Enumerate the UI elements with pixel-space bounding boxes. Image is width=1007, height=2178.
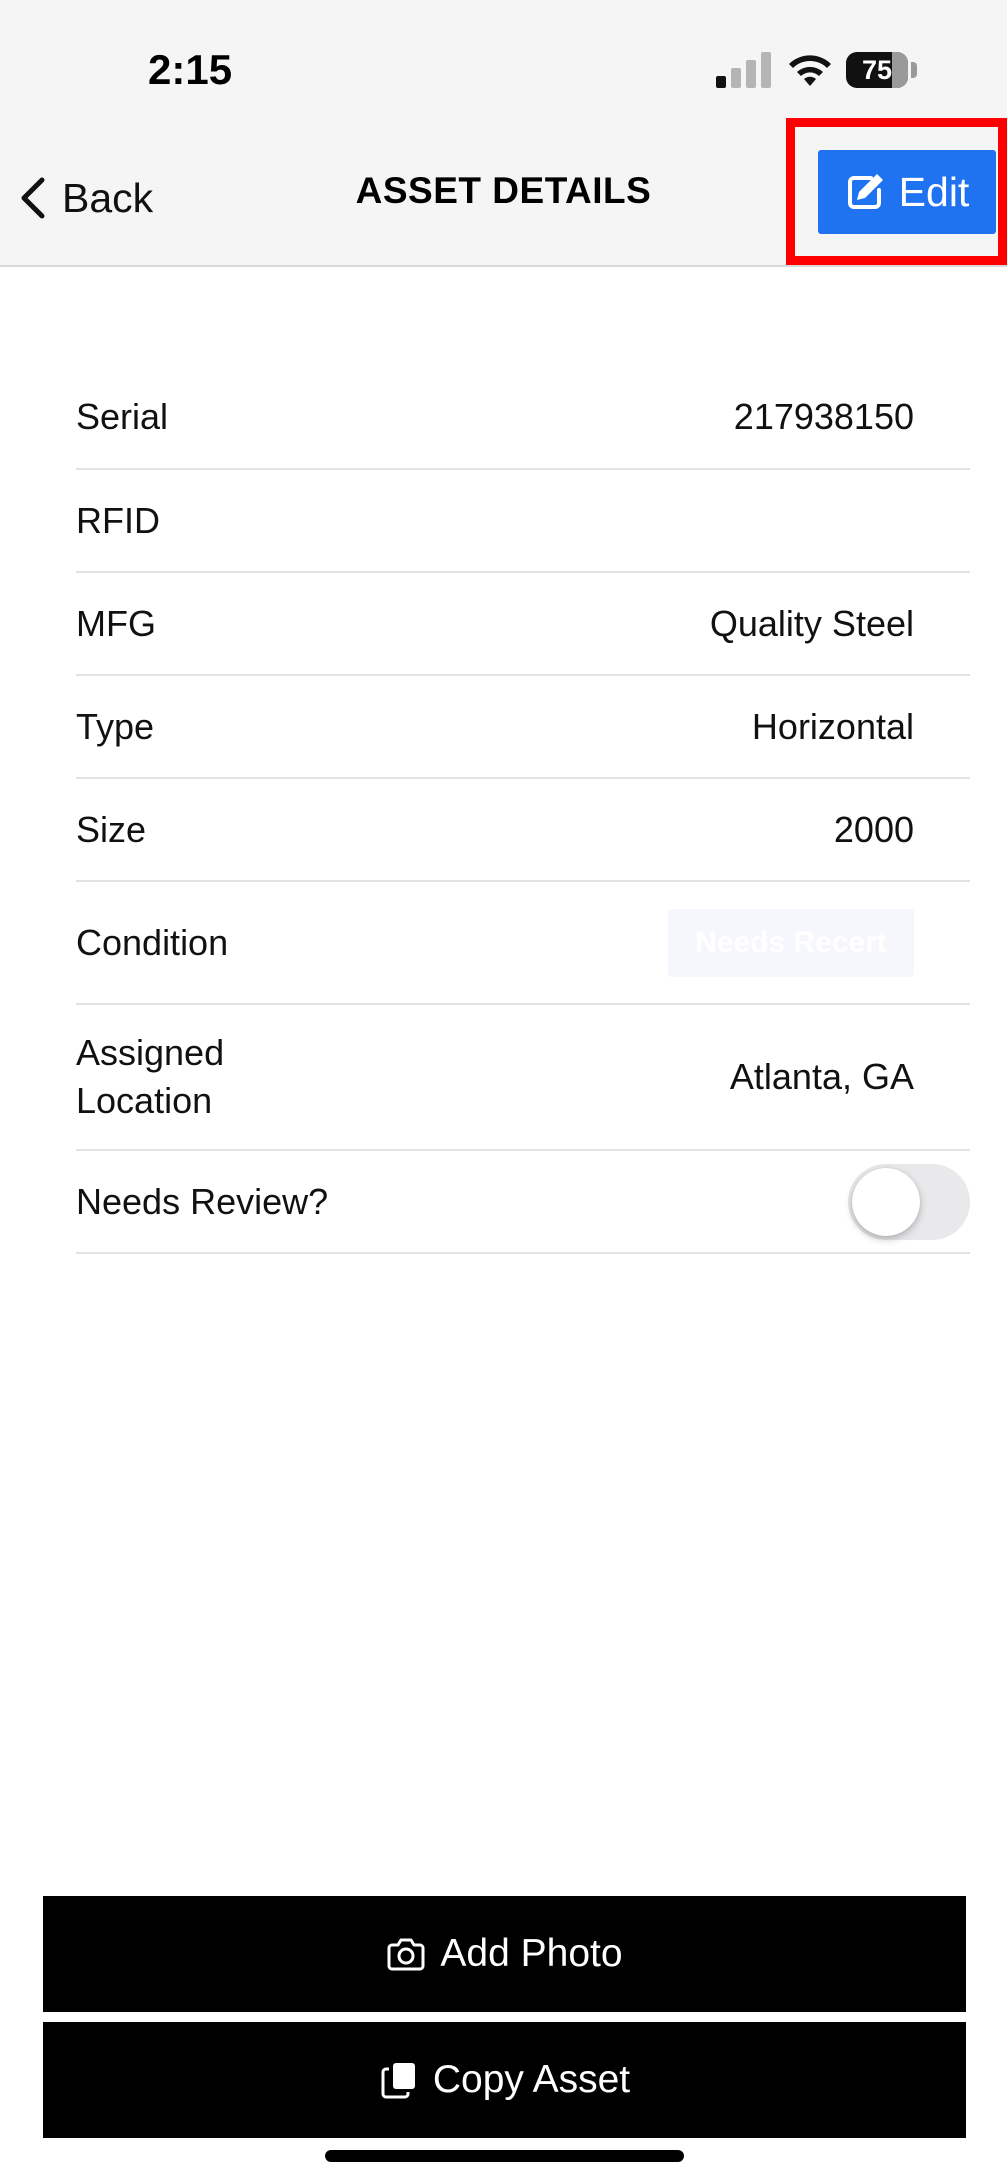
detail-row-mfg: MFG Quality Steel: [76, 573, 970, 676]
add-photo-button[interactable]: Add Photo: [43, 1896, 966, 2012]
type-value: Horizontal: [751, 705, 914, 747]
size-label: Size: [76, 808, 147, 850]
edit-square-icon: [847, 174, 883, 209]
detail-row-size: Size 2000: [76, 779, 970, 882]
location-label-line2: Location: [76, 1080, 213, 1121]
location-label-line1: Assigned: [76, 1032, 225, 1073]
home-indicator: [325, 2150, 684, 2162]
type-label: Type: [76, 705, 155, 747]
status-bar: 2:15 75: [0, 0, 1007, 130]
copy-asset-label: Copy Asset: [432, 2058, 631, 2101]
battery-icon: 75: [846, 52, 908, 88]
status-time: 2:15: [148, 46, 233, 93]
mfg-label: MFG: [76, 602, 156, 644]
condition-label: Condition: [76, 921, 229, 963]
battery-nub: [911, 62, 917, 78]
toggle-knob: [852, 1167, 920, 1236]
detail-row-condition: Condition Needs Recert: [76, 882, 970, 1005]
detail-row-location: Assigned Location Atlanta, GA: [76, 1005, 970, 1151]
copy-asset-button[interactable]: Copy Asset: [43, 2022, 966, 2138]
serial-value: 217938150: [733, 396, 914, 437]
detail-row-serial: Serial 217938150: [76, 366, 970, 470]
mfg-value: Quality Steel: [709, 602, 914, 644]
edit-button[interactable]: Edit: [818, 150, 996, 234]
battery-level: 75: [861, 54, 893, 85]
condition-badge: Needs Recert: [668, 908, 914, 977]
needs-review-toggle[interactable]: [848, 1163, 970, 1240]
cellular-signal-icon: [716, 52, 771, 88]
camera-icon: [387, 1938, 425, 1971]
detail-row-type: Type Horizontal: [76, 676, 970, 779]
serial-label: Serial: [76, 396, 169, 437]
edit-label: Edit: [898, 168, 970, 215]
detail-row-needs-review: Needs Review?: [76, 1151, 970, 1254]
size-value: 2000: [833, 808, 914, 850]
location-label: Assigned Location: [76, 1029, 224, 1125]
add-photo-label: Add Photo: [440, 1932, 623, 1975]
wifi-icon: [789, 55, 831, 86]
copy-icon: [381, 2063, 415, 2099]
location-value: Atlanta, GA: [729, 1056, 914, 1097]
rfid-label: RFID: [76, 499, 160, 541]
needs-review-label: Needs Review?: [76, 1180, 329, 1222]
detail-row-rfid: RFID: [76, 470, 970, 573]
